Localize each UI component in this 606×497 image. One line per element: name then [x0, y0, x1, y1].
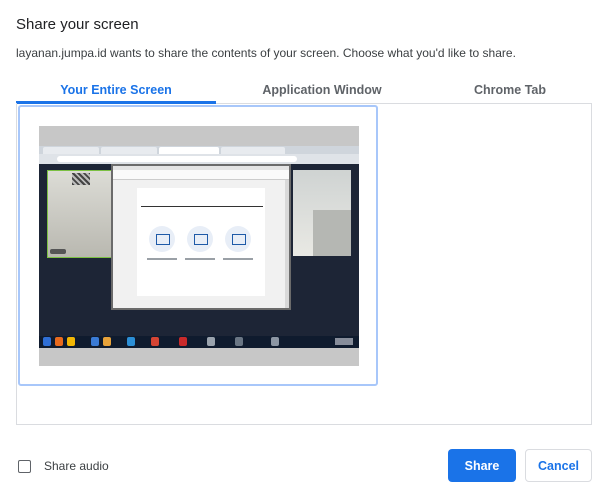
thumbnail-taskbar-icon [91, 337, 99, 346]
thumbnail-taskbar-icon [67, 337, 75, 346]
edit-document-icon [187, 226, 213, 252]
tab-entire-screen[interactable]: Your Entire Screen [16, 76, 216, 104]
thumbnail-tab [221, 147, 285, 154]
share-audio-checkbox[interactable] [18, 459, 31, 473]
document-icon [225, 226, 251, 252]
thumbnail-clock [335, 338, 353, 345]
thumbnail-scrollbar [285, 180, 289, 308]
thumbnail-tab [101, 147, 157, 154]
thumbnail-caption [147, 258, 177, 260]
tab-application-window[interactable]: Application Window [216, 76, 428, 104]
thumbnail-caption [223, 258, 253, 260]
thumbnail-taskbar-icon [179, 337, 187, 346]
thumbnail-window-menu [113, 170, 289, 180]
thumbnail-taskbar-icon [127, 337, 135, 346]
thumbnail-taskbar-icon [271, 337, 279, 346]
share-audio-control: Share audio [18, 459, 109, 473]
thumbnail-address-bar [57, 156, 297, 162]
thumbnail-video-right [293, 170, 351, 256]
dialog-title: Share your screen [16, 16, 139, 33]
thumbnail-taskbar-icon [151, 337, 159, 346]
thumbnail-taskbar-icon [235, 337, 243, 346]
thumbnail-app-window [111, 164, 291, 310]
laptop-icon [149, 226, 175, 252]
thumbnail-taskbar-icon [43, 337, 51, 346]
thumbnail-taskbar-icon [55, 337, 63, 346]
screen-thumbnail [39, 126, 359, 366]
thumbnail-tab [43, 147, 99, 154]
share-audio-label: Share audio [44, 459, 109, 473]
thumbnail-name-chip [50, 249, 66, 254]
thumbnail-taskbar-icon [207, 337, 215, 346]
thumbnail-window-rule [141, 206, 263, 207]
thumbnail-tab [159, 147, 219, 154]
share-screen-dialog: Share your screen layanan.jumpa.id wants… [0, 0, 606, 497]
tab-chrome-tab[interactable]: Chrome Tab [428, 76, 592, 104]
share-button[interactable]: Share [448, 449, 516, 482]
source-list-panel [16, 103, 592, 425]
cancel-button[interactable]: Cancel [525, 449, 592, 482]
thumbnail-vent [72, 173, 90, 185]
thumbnail-taskbar-icon [103, 337, 111, 346]
thumbnail-taskbar [39, 336, 359, 348]
source-tabs: Your Entire Screen Application Window Ch… [16, 76, 592, 104]
thumbnail-video-left [47, 170, 113, 258]
entire-screen-option[interactable] [18, 105, 378, 386]
dialog-subtitle: layanan.jumpa.id wants to share the cont… [16, 46, 516, 60]
thumbnail-caption [185, 258, 215, 260]
